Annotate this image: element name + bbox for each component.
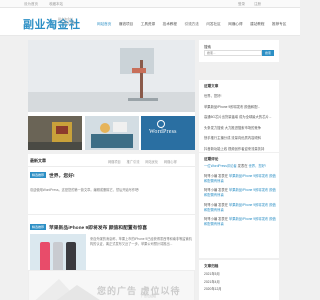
nav-item-traffic[interactable]: 引流方法 [185, 22, 199, 27]
ad-text: 您的广告 虚位以待 [97, 286, 181, 296]
bookmark-link[interactable]: 收藏本站 [49, 2, 63, 6]
category-link[interactable]: 网站优化 [145, 160, 158, 164]
nav-item-tutorials[interactable]: 技术教程 [163, 22, 177, 27]
ad-banner[interactable]: 您的广告 虚位以待 广告位招租 [28, 270, 195, 300]
nav-item-home[interactable]: 网站首页 [97, 22, 111, 27]
featured-slider: WordPress [28, 40, 195, 150]
ad-subtext: 广告位招租 [141, 294, 157, 298]
nav-item-experience[interactable]: 网赚心得 [228, 22, 242, 27]
post-item: 精选推荐 世界，您好! 欢迎使用WordPress。这是您的第一篇文章。编辑或删… [28, 171, 195, 211]
nav-item-tools[interactable]: 工具资源 [141, 22, 155, 27]
comment-author: 阿哥小编 [204, 202, 218, 207]
post-title[interactable]: 世界，您好! [49, 172, 75, 179]
post-title[interactable]: 苹果新品iPhone 9即将发布 颜值和配置有惊喜 [49, 224, 147, 231]
category-link[interactable]: 网赚项目 [108, 160, 121, 164]
list-item[interactable]: 头条发力搜索 大力推进搜索市场的竞争 [204, 123, 276, 134]
recent-comments-widget: 近期评论 一位WordPress评论者 发表在 世界，您好! 阿哥小编 发表在 … [199, 153, 279, 258]
search-button[interactable]: 搜索 [262, 50, 274, 56]
list-item[interactable]: 2021年5月 [204, 271, 276, 279]
category-link[interactable]: 网赚心得 [164, 160, 177, 164]
comment-author: 阿哥小编 [204, 217, 218, 221]
nav-item-site-building[interactable]: 建站教程 [250, 22, 264, 27]
set-homepage-link[interactable]: 设为首页 [24, 2, 38, 6]
post-excerpt: 欢迎使用WordPress。这是您的第一篇文章。编辑或删除它，然后开始写作吧! [30, 188, 140, 192]
search-widget: 搜索 搜索 [199, 40, 279, 62]
list-item[interactable]: 高通5G芯片出货量猛增 成为全球最大的芯片... [204, 112, 276, 123]
search-input[interactable] [204, 50, 262, 56]
post-excerpt: 来自外媒的消息称，苹果上市的iPhone 9已经获得墨西哥和南非等监管机构的认证… [90, 237, 192, 246]
slider-thumbnails: WordPress [28, 116, 195, 150]
latest-articles-title: 最新文章 [30, 158, 46, 163]
thumbnail-3[interactable]: WordPress [141, 116, 195, 150]
register-link[interactable]: 注册 [254, 2, 261, 6]
comment-post-link[interactable]: 世界，您好! [248, 164, 265, 168]
main-nav: 网站首页 赚钱项目 工具资源 技术教程 引流方法 问答社区 网赚心得 建站教程 … [97, 22, 293, 27]
category-link[interactable]: 推广引流 [127, 160, 140, 164]
login-link[interactable]: 登录 [238, 2, 245, 6]
archive-list: 2021年5月 2021年4月 2020年12月 [204, 271, 276, 294]
list-item[interactable]: 世界，您好! [204, 91, 276, 102]
list-item: 阿哥小编 发表在 苹果新品iPhone 9即将发布 颜值和配置有惊喜 [204, 217, 276, 226]
recent-comments-list: 一位WordPress评论者 发表在 世界，您好! 阿哥小编 发表在 苹果新品i… [204, 164, 276, 232]
thumbnail-1[interactable] [28, 116, 82, 150]
thumbnail-3-text: WordPress [149, 129, 177, 135]
latest-articles-header: 最新文章 网赚项目 推广引流 网站优化 网赚心得 [28, 154, 195, 167]
thumbnail-2[interactable] [84, 116, 139, 150]
widget-title: 文章归档 [204, 264, 219, 268]
list-item[interactable]: 2021年4月 [204, 279, 276, 287]
list-item[interactable]: 苹果新品iPhone 9即将发布 颜值和配... [204, 102, 276, 113]
top-bar: 设为首页 收藏本站 登录 注册 [0, 0, 300, 8]
list-item: 阿哥小编 发表在 苹果新品iPhone 9即将发布 颜值和配置有惊喜 [204, 202, 276, 212]
site-header: 副业淘金社 副业淘金社 一个副业博客 网站首页 赚钱项目 工具资源 技术教程 引… [0, 8, 300, 36]
slider-banner-image[interactable] [28, 40, 195, 112]
widget-title: 近期评论 [204, 157, 219, 161]
archive-widget: 文章归档 2021年5月 2021年4月 2020年12月 [199, 260, 279, 300]
list-item[interactable]: 2020年12月 [204, 286, 276, 294]
list-item: 一位WordPress评论者 发表在 世界，您好! [204, 164, 266, 168]
list-item: 阿哥小编 发表在 苹果新品iPhone 9即将发布 颜值和配置有惊喜 [204, 188, 276, 197]
list-item[interactable]: 快手推行主播分成 流量向优质内容倾斜 [204, 133, 276, 144]
nav-item-recommended[interactable]: 推荐专区 [272, 22, 286, 27]
wordpress-icon [157, 120, 165, 128]
category-badge[interactable]: 精选推荐 [30, 172, 47, 178]
site-tagline: 副业淘金社 一个副业博客 [58, 17, 77, 25]
recent-posts-widget: 近期文章 世界，您好! 苹果新品iPhone 9即将发布 颜值和配... 高通5… [199, 80, 279, 161]
comment-author[interactable]: 一位WordPress评论者 [204, 164, 237, 168]
list-item: 阿哥小编 发表在 苹果新品iPhone 9即将发布 颜值和配置有惊喜 [204, 173, 276, 183]
nav-item-projects[interactable]: 赚钱项目 [119, 22, 133, 27]
comment-author: 阿哥小编 [204, 188, 218, 192]
latest-category-links: 网赚项目 推广引流 网站优化 网赚心得 [108, 159, 182, 164]
widget-title: 近期文章 [204, 84, 219, 88]
comment-author: 阿哥小编 [204, 173, 218, 178]
category-badge[interactable]: 精选推荐 [30, 224, 47, 230]
nav-item-qa[interactable]: 问答社区 [206, 22, 220, 27]
